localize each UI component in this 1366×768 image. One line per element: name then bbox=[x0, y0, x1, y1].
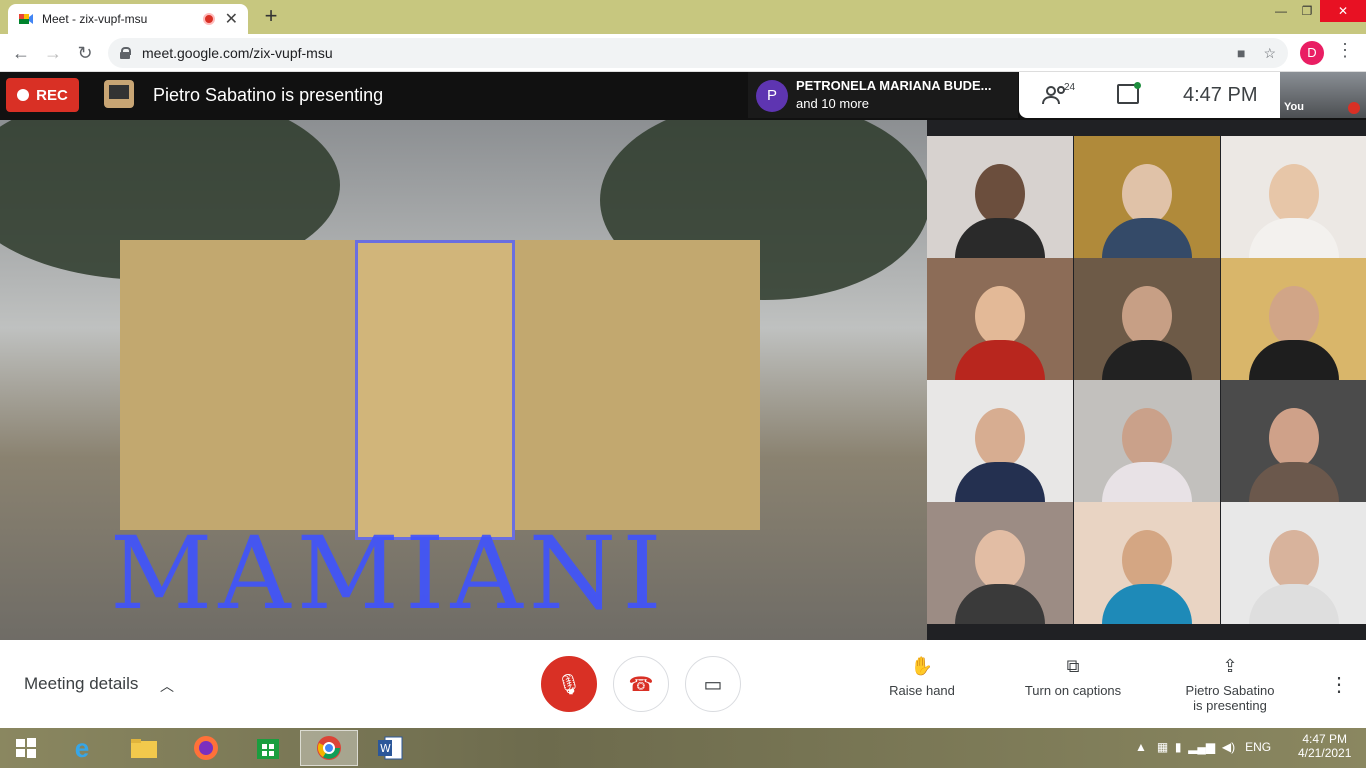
tab-title: Meet - zix-vupf-msu bbox=[42, 12, 148, 26]
presentation-sign-text: MAMIANI bbox=[110, 515, 668, 632]
raise-hand-label: Raise hand bbox=[889, 683, 955, 698]
mic-off-icon: 🎙 bbox=[556, 673, 582, 696]
self-mic-off-icon bbox=[1348, 102, 1360, 114]
camera-button[interactable]: ▭ bbox=[685, 656, 741, 712]
rec-dot-icon bbox=[17, 89, 30, 101]
participant-tile[interactable] bbox=[1221, 502, 1366, 624]
browser-menu-icon[interactable]: ⋮ bbox=[1336, 40, 1354, 61]
store-icon[interactable] bbox=[246, 730, 290, 766]
network-icon[interactable]: ▦ bbox=[1157, 740, 1168, 754]
participant-tile[interactable] bbox=[1221, 258, 1366, 380]
participant-tile[interactable] bbox=[927, 380, 1073, 502]
tray-arrow-icon[interactable]: ▲ bbox=[1135, 740, 1147, 754]
participant-tile[interactable] bbox=[1074, 380, 1220, 502]
lock-icon bbox=[120, 47, 131, 59]
hand-icon: ✋ bbox=[910, 656, 934, 676]
presenting-line2: is presenting bbox=[1193, 698, 1267, 713]
system-date: 4/21/2021 bbox=[1298, 746, 1352, 760]
camera-icon[interactable]: ■ bbox=[1237, 45, 1245, 61]
hang-up-icon: ☎ bbox=[628, 673, 654, 696]
reload-icon[interactable]: ↻ bbox=[72, 40, 98, 66]
participant-grid bbox=[927, 120, 1366, 640]
address-bar-row: ← → ↻ meet.google.com/zix-vupf-msu ■ ☆ D… bbox=[0, 34, 1366, 72]
restore-icon[interactable]: ❐ bbox=[1294, 0, 1320, 22]
word-icon[interactable]: W bbox=[368, 730, 412, 766]
system-time: 4:47 PM bbox=[1302, 732, 1348, 746]
chat-notification-dot bbox=[1134, 82, 1141, 89]
people-count: 24 bbox=[1064, 82, 1076, 93]
speaker-more: and 10 more bbox=[796, 96, 869, 111]
active-speaker-chip[interactable]: P PETRONELA MARIANA BUDE... and 10 more bbox=[748, 72, 1018, 118]
presenting-line1: Pietro Sabatino bbox=[1185, 683, 1275, 698]
browser-tab[interactable]: Meet - zix-vupf-msu ✕ bbox=[8, 4, 248, 34]
participant-tile[interactable] bbox=[1221, 136, 1366, 258]
more-options-icon[interactable]: ⋮ bbox=[1329, 672, 1349, 697]
building-tower bbox=[355, 240, 515, 540]
meet-bottom-bar bbox=[0, 640, 1366, 728]
participant-tile[interactable] bbox=[927, 136, 1073, 258]
participant-tile[interactable] bbox=[1074, 258, 1220, 380]
video-camera-icon: ▭ bbox=[703, 673, 723, 696]
speaker-avatar: P bbox=[756, 80, 788, 112]
profile-avatar[interactable]: D bbox=[1300, 41, 1324, 65]
raise-hand-button[interactable]: ✋ Raise hand bbox=[886, 656, 958, 698]
participant-tile[interactable] bbox=[1074, 502, 1220, 624]
language-indicator[interactable]: ENG bbox=[1245, 740, 1271, 754]
battery-icon[interactable]: ▮ bbox=[1175, 740, 1182, 754]
hang-up-button[interactable]: ☎ bbox=[613, 656, 669, 712]
presenting-title: Pietro Sabatino is presenting bbox=[153, 85, 384, 105]
new-tab-button[interactable]: + bbox=[258, 4, 284, 30]
system-tray: ▲ ▦ ▮ ▂▄▆ ◀) ENG bbox=[1135, 740, 1271, 754]
presentation-stage: MAMIANI bbox=[0, 120, 927, 640]
present-screen-icon: ⇪ bbox=[1222, 656, 1238, 676]
captions-icon: ⧉ bbox=[1066, 656, 1080, 676]
window-close-icon[interactable]: ✕ bbox=[1320, 0, 1366, 22]
back-icon[interactable]: ← bbox=[8, 40, 34, 66]
mic-off-button[interactable]: 🎙 bbox=[541, 656, 597, 712]
system-clock[interactable]: 4:47 PM 4/21/2021 bbox=[1298, 732, 1351, 760]
volume-icon[interactable]: ◀) bbox=[1222, 740, 1235, 754]
recording-badge: REC bbox=[6, 78, 79, 112]
chrome-icon[interactable] bbox=[300, 730, 358, 766]
svg-text:W: W bbox=[380, 742, 391, 755]
chevron-up-icon[interactable]: ︿ bbox=[160, 676, 174, 696]
presenting-button[interactable]: ⇪ Pietro Sabatino is presenting bbox=[1180, 656, 1280, 713]
meeting-details-button[interactable]: Meeting details bbox=[24, 674, 138, 694]
file-explorer-icon[interactable] bbox=[122, 730, 166, 766]
speaker-name: PETRONELA MARIANA BUDE... bbox=[796, 78, 992, 93]
window-controls: — ❐ ✕ bbox=[1268, 0, 1366, 22]
presenter-avatar-icon bbox=[104, 80, 134, 108]
self-label: You bbox=[1284, 101, 1304, 113]
participant-tile[interactable] bbox=[927, 502, 1073, 624]
meeting-clock: 4:47 PM bbox=[1183, 84, 1258, 106]
captions-label: Turn on captions bbox=[1024, 683, 1122, 698]
participant-tile[interactable] bbox=[1074, 136, 1220, 258]
omnibox[interactable]: meet.google.com/zix-vupf-msu ■ ☆ bbox=[108, 38, 1288, 68]
close-tab-icon[interactable]: ✕ bbox=[225, 9, 238, 29]
participant-tile[interactable] bbox=[1221, 380, 1366, 502]
internet-explorer-icon[interactable]: e bbox=[60, 730, 104, 766]
minimize-icon[interactable]: — bbox=[1268, 0, 1294, 22]
meet-favicon-icon bbox=[18, 11, 34, 27]
signal-icon[interactable]: ▂▄▆ bbox=[1188, 740, 1215, 754]
windows-start-icon[interactable] bbox=[4, 730, 48, 766]
participant-tile[interactable] bbox=[927, 258, 1073, 380]
captions-button[interactable]: ⧉ Turn on captions bbox=[1018, 656, 1128, 698]
forward-icon[interactable]: → bbox=[40, 40, 66, 66]
bookmark-star-icon[interactable]: ☆ bbox=[1263, 45, 1276, 62]
recording-indicator-icon bbox=[202, 13, 215, 25]
url-text: meet.google.com/zix-vupf-msu bbox=[142, 45, 333, 61]
firefox-icon[interactable] bbox=[184, 730, 228, 766]
rec-label: REC bbox=[36, 86, 68, 104]
